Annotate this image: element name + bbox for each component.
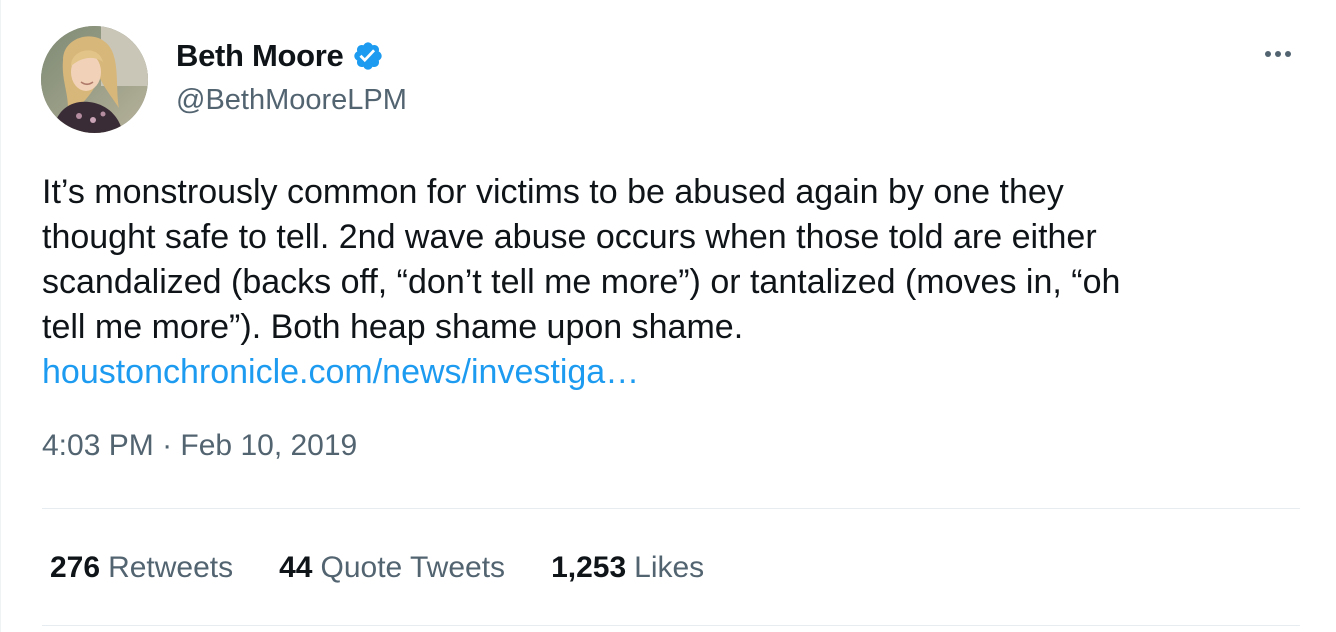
avatar[interactable] (41, 26, 148, 133)
retweets-count: 276 (50, 551, 101, 584)
tweet-text-line: It’s monstrously common for victims to b… (42, 173, 1064, 211)
tweet-text-line: scandalized (backs off, “don’t tell me m… (42, 263, 1121, 301)
retweets-label: Retweets (108, 551, 234, 584)
display-name[interactable]: Beth Moore (176, 38, 344, 74)
divider (42, 508, 1300, 509)
likes-stat[interactable]: 1,253 Likes (551, 551, 704, 585)
tweet-date[interactable]: Feb 10, 2019 (180, 429, 357, 462)
tweet-text-line: tell me more”). Both heap shame upon sha… (42, 308, 744, 346)
tweet-text-line: thought safe to tell. 2nd wave abuse occ… (42, 218, 1097, 256)
more-options-icon (1265, 51, 1271, 57)
quote-tweets-label: Quote Tweets (320, 551, 506, 584)
tweet-text: It’s monstrously common for victims to b… (42, 170, 1304, 350)
more-options-button[interactable] (1257, 40, 1299, 68)
tweet-card: Beth Moore @BethMooreLPM It’s monstrousl… (0, 0, 1336, 632)
quote-tweets-stat[interactable]: 44 Quote Tweets (279, 551, 505, 585)
likes-label: Likes (634, 551, 705, 584)
author-name-row: Beth Moore (176, 36, 384, 76)
avatar-image (41, 26, 148, 133)
timestamp-row: 4:03 PM · Feb 10, 2019 (42, 426, 357, 466)
tweet-time[interactable]: 4:03 PM (42, 429, 154, 462)
author-handle[interactable]: @BethMooreLPM (176, 84, 407, 117)
retweets-stat[interactable]: 276 Retweets (50, 551, 233, 585)
verified-badge-icon[interactable] (352, 40, 384, 72)
engagement-stats: 276 Retweets 44 Quote Tweets 1,253 Likes (50, 546, 704, 590)
quote-tweets-count: 44 (279, 551, 313, 584)
likes-count: 1,253 (551, 551, 627, 584)
tweet-link[interactable]: houstonchronicle.com/news/investiga… (42, 350, 639, 395)
divider (42, 625, 1300, 626)
timestamp-separator: · (162, 429, 173, 462)
